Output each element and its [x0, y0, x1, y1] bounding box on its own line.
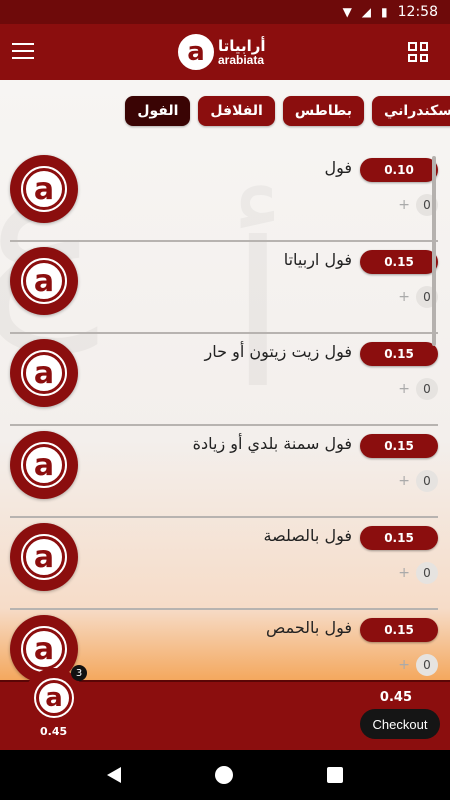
tab-falafel[interactable]: الفلافل	[198, 96, 275, 126]
scrollbar[interactable]	[432, 156, 436, 346]
price-badge: 0.15	[360, 434, 438, 458]
battery-icon: ▮	[381, 5, 388, 19]
item-name: فول بالحمص	[265, 618, 352, 637]
item-name: فول	[324, 158, 352, 177]
list-item[interactable]: a فول بالصلصة 0.15 +0	[0, 518, 450, 610]
quantity-value: 0	[416, 654, 438, 676]
system-nav-bar	[0, 750, 450, 800]
item-name: فول بالصلصة	[263, 526, 352, 545]
plus-icon[interactable]: +	[398, 473, 410, 489]
signal-icon: ◢	[361, 5, 372, 19]
price-badge: 0.10	[360, 158, 438, 182]
plus-icon[interactable]: +	[398, 657, 410, 673]
app-logo: a أرابياتا arabiata	[178, 34, 266, 70]
back-icon[interactable]	[107, 767, 121, 783]
cart-total: 0.45	[40, 725, 68, 738]
item-logo: a	[10, 523, 78, 591]
recents-icon[interactable]	[327, 767, 343, 783]
item-logo: a	[10, 247, 78, 315]
list-item[interactable]: a فول سمنة بلدي أو زيادة 0.15 +0	[0, 426, 450, 518]
cart-count-badge: 3	[71, 665, 87, 681]
item-logo: a	[10, 339, 78, 407]
qr-code-icon[interactable]	[408, 42, 428, 62]
cart-logo-icon: a	[34, 678, 74, 718]
price-badge: 0.15	[360, 342, 438, 366]
item-name: فول سمنة بلدي أو زيادة	[192, 434, 352, 453]
quantity-value: 0	[416, 562, 438, 584]
status-bar: ▼ ◢ ▮ 12:58	[0, 0, 450, 24]
tab-alexandrian[interactable]: سكندراني	[372, 96, 450, 126]
cart-total-amount: 0.45	[379, 690, 412, 705]
menu-icon[interactable]	[12, 40, 34, 62]
app-bar: a أرابياتا arabiata	[0, 24, 450, 80]
item-name: فول زيت زيتون أو حار	[204, 342, 352, 361]
home-icon[interactable]	[215, 766, 233, 784]
price-badge: 0.15	[360, 618, 438, 642]
wifi-icon: ▼	[342, 5, 352, 19]
cart-bar: a 3 0.45 0.45 Checkout	[0, 665, 450, 750]
plus-icon[interactable]: +	[398, 381, 410, 397]
price-badge: 0.15	[360, 526, 438, 550]
price-badge: 0.15	[360, 250, 438, 274]
category-tabs: الفول الفلافل بطاطس سكندراني	[125, 96, 450, 126]
list-item[interactable]: a فول اربياتا 0.15 +0	[0, 242, 450, 334]
item-logo: a	[10, 431, 78, 499]
item-list: a فول 0.10 +0 a فول اربياتا 0.15 +0 a فو…	[0, 150, 450, 680]
tab-foul[interactable]: الفول	[125, 96, 191, 126]
checkout-button[interactable]: Checkout	[360, 709, 440, 739]
menu-content: ع أ الفول الفلافل بطاطس سكندراني a فول 0…	[0, 80, 450, 680]
quantity-value: 0	[416, 378, 438, 400]
plus-icon[interactable]: +	[398, 289, 410, 305]
plus-icon[interactable]: +	[398, 197, 410, 213]
logo-english-text: arabiata	[218, 52, 265, 67]
plus-icon[interactable]: +	[398, 565, 410, 581]
list-item[interactable]: a فول 0.10 +0	[0, 150, 450, 242]
quantity-value: 0	[416, 470, 438, 492]
list-item[interactable]: a فول زيت زيتون أو حار 0.15 +0	[0, 334, 450, 426]
tab-potatoes[interactable]: بطاطس	[282, 96, 364, 126]
logo-arabic-text: أرابياتا	[218, 36, 266, 55]
item-name: فول اربياتا	[283, 250, 352, 269]
item-logo: a	[10, 155, 78, 223]
status-time: 12:58	[397, 4, 438, 20]
logo-mark: a	[178, 34, 214, 70]
list-item[interactable]: a فول بالحمص 0.15 +0	[0, 610, 450, 680]
